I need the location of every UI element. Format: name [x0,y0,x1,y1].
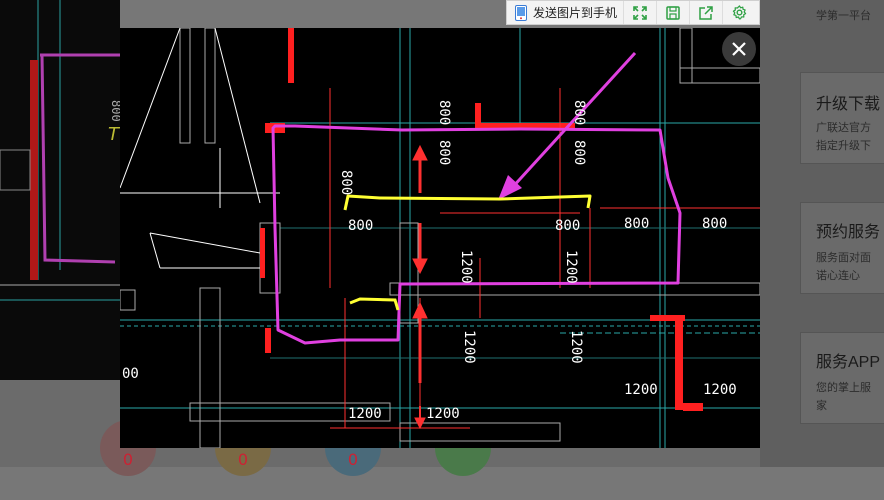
cad-drawing: 800 800 800 800 800 800 800 800 800 800 … [120,28,760,448]
image-viewer: 800 800 800 800 800 800 800 800 800 800 … [120,28,760,448]
dim-800-v1: 800 [338,170,354,195]
dim-1200-h4: 1200 [426,406,460,422]
svg-text:T: T [108,124,120,145]
phone-icon [515,4,527,21]
dim-800-h2: 800 [555,218,580,234]
card-appointment-desc-2: 诺心连心 [816,270,860,282]
dim-800-h1: 800 [348,218,373,234]
dim-1200-v2: 1200 [563,250,579,284]
card-service-app[interactable] [800,332,884,424]
dim-00: 00 [122,366,139,382]
dim-1200-v1: 1200 [458,250,474,284]
fullscreen-button[interactable] [623,1,656,24]
dim-1200-v4: 1200 [568,330,584,364]
dim-1200-h3: 1200 [348,406,382,422]
dim-800-v3: 800 [436,140,452,165]
dim-800-v4: 800 [571,100,587,125]
card-upgrade-title: 升级下载 [816,96,881,113]
send-to-phone-label: 发送图片到手机 [533,6,618,20]
settings-button[interactable] [722,1,755,24]
annotation-yellow-line-small [349,297,400,311]
dim-800-v2: 800 [436,100,452,125]
save-icon [666,5,680,20]
card-upgrade-desc-1: 广联达官方 [816,122,871,134]
dim-1200-v3: 1200 [461,330,477,364]
save-button[interactable] [656,1,689,24]
card-appointment-desc-1: 服务面对面 [816,252,871,264]
right-panel-top-text: 学第一平台 [816,10,871,22]
dim-800-h4: 800 [702,216,727,232]
viewer-toolbar: 发送图片到手机 [506,0,760,25]
send-to-phone-button[interactable]: 发送图片到手机 [507,1,623,24]
card-app-desc-1: 您的掌上服 [816,382,871,394]
close-icon [732,42,746,56]
annotation-yellow-line-main [343,194,592,211]
bg-dimension-label: 800 [109,100,120,122]
share-icon [699,5,713,20]
dim-800-v5: 800 [571,140,587,165]
dim-1200-h2: 1200 [703,382,737,398]
annotation-magenta-outline [271,124,682,345]
dim-800-h3: 800 [624,216,649,232]
share-button[interactable] [689,1,722,24]
right-panel: 学第一平台 升级下载 广联达官方 指定升级下 预约服务 服务面对面 诺心连心 服… [760,0,884,467]
close-viewer-button[interactable] [722,32,756,66]
dim-1200-h1: 1200 [624,382,658,398]
card-app-title: 服务APP [816,354,881,371]
card-app-desc-2: 家 [816,400,827,412]
settings-icon [732,5,746,20]
card-upgrade-desc-2: 指定升级下 [816,140,871,152]
card-appointment-title: 预约服务 [816,224,881,241]
fullscreen-icon [633,5,647,20]
